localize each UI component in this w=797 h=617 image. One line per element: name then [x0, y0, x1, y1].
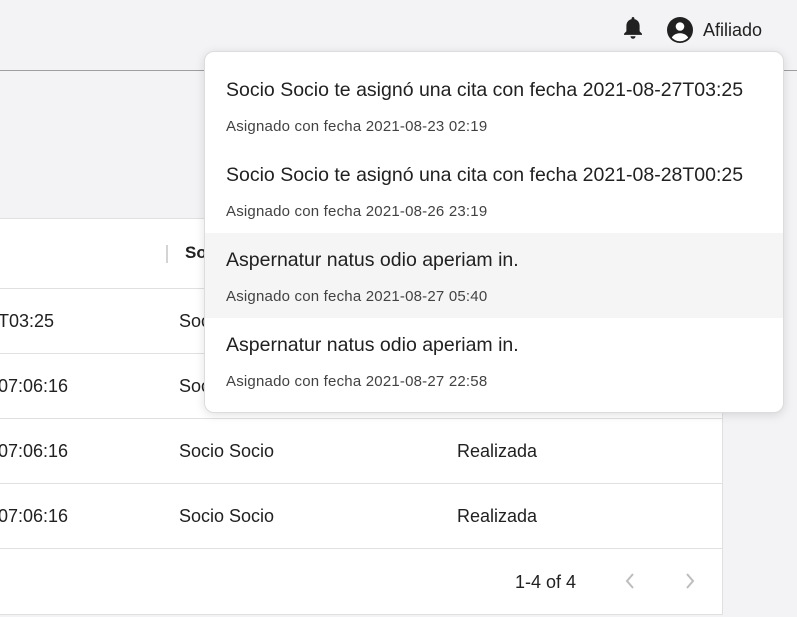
notification-message: Aspernatur natus odio aperiam in.	[226, 249, 519, 271]
notification-item[interactable]: Socio Socio te asignó una cita con fecha…	[205, 63, 783, 148]
notification-message: Socio Socio te asignó una cita con fecha…	[226, 79, 744, 101]
cell-status: Realizada	[457, 506, 538, 526]
pagination-range: 1-4 of 4	[515, 572, 577, 592]
table-pagination: 1-4 of 4	[0, 549, 722, 614]
user-name: Afiliado	[703, 19, 763, 40]
cell-date: 07:06:16	[0, 441, 69, 461]
cell-date: T03:25	[0, 311, 55, 331]
notification-date: Asignado con fecha 2021-08-27 05:40	[226, 288, 488, 305]
cell-date: 07:06:16	[0, 376, 69, 396]
notification-date: Asignado con fecha 2021-08-23 02:19	[226, 118, 488, 135]
table-row[interactable]: 07:06:16 Socio Socio Realizada	[0, 484, 722, 549]
notification-date: Asignado con fecha 2021-08-27 22:58	[226, 373, 488, 390]
cell-socio: Socio Socio	[179, 506, 275, 526]
notification-item[interactable]: Socio Socio te asignó una cita con fecha…	[205, 148, 783, 233]
cell-status: Realizada	[457, 441, 538, 461]
notification-date: Asignado con fecha 2021-08-26 23:19	[226, 203, 488, 220]
notification-message: Aspernatur natus odio aperiam in.	[226, 334, 519, 356]
column-separator	[166, 245, 168, 263]
chevron-left-icon[interactable]	[616, 567, 644, 595]
table-row[interactable]: 07:06:16 Socio Socio Realizada	[0, 419, 722, 484]
notification-message: Socio Socio te asignó una cita con fecha…	[226, 164, 744, 186]
cell-date: 07:06:16	[0, 506, 69, 526]
notification-item[interactable]: Aspernatur natus odio aperiam in. Asigna…	[205, 233, 783, 318]
chevron-right-icon[interactable]	[676, 567, 704, 595]
cell-socio: Socio Socio	[179, 441, 275, 461]
user-menu-button[interactable]: Afiliado	[666, 14, 762, 46]
notification-item[interactable]: Aspernatur natus odio aperiam in. Asigna…	[205, 318, 783, 403]
notifications-menu: Socio Socio te asignó una cita con fecha…	[204, 51, 784, 413]
bell-icon[interactable]	[619, 14, 647, 42]
account-circle-icon	[666, 16, 694, 44]
